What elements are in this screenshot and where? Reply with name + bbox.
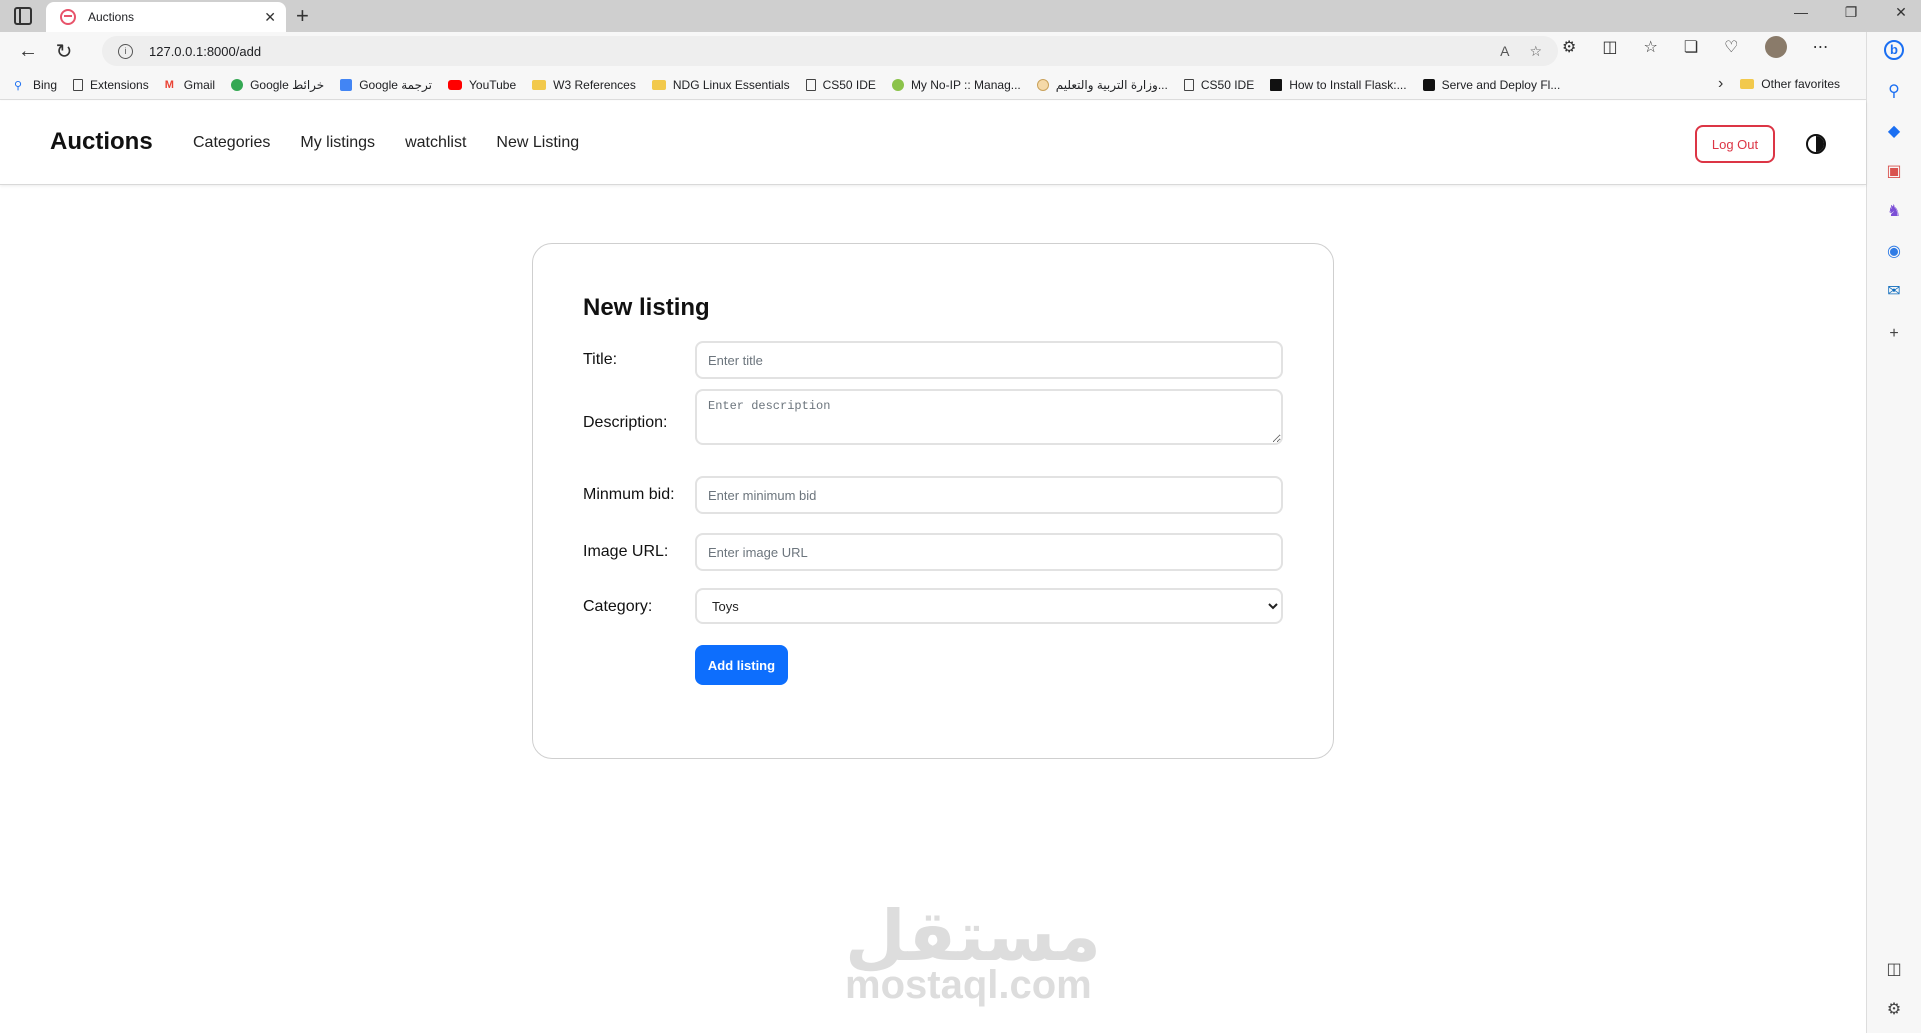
nav-link-watchlist[interactable]: watchlist [405, 134, 466, 152]
youtube-icon [448, 79, 462, 90]
bookmark-item[interactable]: ⚲ Bing [14, 78, 57, 92]
noip-icon [891, 78, 904, 91]
extensions-icon[interactable]: ⚙ [1562, 37, 1576, 57]
address-bar[interactable]: i 127.0.0.1:8000/add A ☆ [102, 36, 1558, 66]
toolbar-actions: ⚙ ◫ ☆ ❏ ♡ ⋯ [1562, 36, 1829, 58]
folder-icon [651, 79, 666, 90]
shopping-tag-icon[interactable]: ◆ [1884, 122, 1904, 142]
chevron-right-icon[interactable]: › [1718, 75, 1723, 93]
address-url[interactable]: 127.0.0.1:8000/add [149, 44, 1480, 59]
description-textarea[interactable] [695, 389, 1283, 445]
browser-toolbar: ← ↻ i 127.0.0.1:8000/add A ☆ ⚙ ◫ ☆ ❏ ♡ ⋯ [0, 32, 1866, 70]
browser-tabstrip: Auctions ✕ + — ❐ ✕ [0, 0, 1921, 32]
new-tab-icon[interactable]: + [296, 3, 309, 29]
translate-icon [340, 78, 353, 91]
back-icon[interactable]: ← [10, 40, 46, 63]
minimize-icon[interactable]: — [1791, 4, 1811, 21]
minimum-bid-input[interactable] [695, 476, 1283, 514]
category-label: Category: [583, 598, 653, 615]
outlook-icon[interactable]: ✉ [1884, 282, 1904, 302]
title-input[interactable] [695, 341, 1283, 379]
bookmark-item[interactable]: My No-IP :: Manag... [891, 78, 1021, 92]
nav-link-my-listings[interactable]: My listings [300, 134, 375, 152]
collections-icon[interactable]: ❏ [1684, 37, 1698, 57]
bookmark-item[interactable]: CS50 IDE [805, 78, 876, 92]
add-listing-button[interactable]: Add listing [695, 645, 788, 685]
bid-label: Minmum bid: [583, 486, 675, 503]
bookmark-item[interactable]: M Gmail [165, 78, 215, 92]
bookmark-item[interactable]: NDG Linux Essentials [651, 78, 790, 92]
bookmark-item[interactable]: Google خرائط [231, 78, 324, 92]
auctions-favicon-icon [60, 9, 76, 25]
watermark-latin: mostaql.com [845, 963, 1092, 1007]
tab-title: Auctions [88, 10, 135, 24]
profile-avatar[interactable] [1764, 36, 1787, 58]
bing-copilot-icon[interactable]: b [1884, 40, 1904, 60]
games-icon[interactable]: ♞ [1884, 202, 1904, 222]
browser-tab[interactable]: Auctions ✕ [46, 2, 286, 32]
performance-icon[interactable]: ♡ [1724, 37, 1738, 57]
close-window-icon[interactable]: ✕ [1891, 4, 1911, 21]
search-icon: ⚲ [14, 79, 23, 92]
watermark-arabic: مستقل [845, 895, 1102, 977]
gmail-icon: M [164, 78, 174, 91]
folder-icon [532, 79, 547, 90]
new-listing-card: New listing Title: Description: Minmum b… [532, 243, 1334, 759]
description-label: Description: [583, 414, 668, 431]
bookmark-item[interactable]: How to Install Flask:... [1270, 78, 1407, 92]
medium-icon [1422, 78, 1435, 91]
hide-sidebar-icon[interactable]: ◫ [1884, 960, 1904, 980]
favorite-star-icon[interactable]: ☆ [1529, 43, 1542, 60]
ministry-icon [1036, 78, 1049, 91]
page-icon [73, 78, 84, 91]
more-menu-icon[interactable]: ⋯ [1813, 37, 1829, 57]
bookmark-item[interactable]: YouTube [448, 78, 516, 92]
mostaql-watermark: مستقل mostaql.com [845, 895, 1102, 1007]
nav-link-new-listing[interactable]: New Listing [496, 134, 579, 152]
edge-sidebar: b ⚲ ◆ ▣ ♞ ◉ ✉ + ◫ ⚙ [1866, 32, 1921, 1033]
refresh-icon[interactable]: ↻ [46, 39, 82, 64]
tab-close-icon[interactable]: ✕ [264, 9, 276, 26]
search-icon[interactable]: ⚲ [1884, 82, 1904, 102]
favorites-icon[interactable]: ☆ [1643, 37, 1657, 57]
theme-toggle-icon[interactable] [1806, 134, 1826, 154]
page-icon [805, 78, 816, 91]
folder-icon [1740, 79, 1755, 89]
dev-icon [1270, 78, 1283, 91]
office-icon[interactable]: ◉ [1884, 242, 1904, 262]
page-icon [1183, 78, 1194, 91]
image-url-input[interactable] [695, 533, 1283, 571]
window-controls: — ❐ ✕ [1791, 4, 1911, 21]
bookmark-item[interactable]: W3 References [532, 78, 636, 92]
other-favorites[interactable]: Other favorites [1740, 77, 1840, 91]
site-brand[interactable]: Auctions [50, 128, 153, 156]
bookmark-item[interactable]: CS50 IDE [1183, 78, 1254, 92]
logout-button[interactable]: Log Out [1695, 125, 1775, 163]
bookmarks-bar: ⚲ Bing Extensions M Gmail Google خرائط Goo… [0, 70, 1866, 100]
bookmark-item[interactable]: Google ترجمة [340, 78, 432, 92]
bookmark-item[interactable]: Extensions [73, 78, 149, 92]
bookmark-item[interactable]: Serve and Deploy Fl... [1422, 78, 1560, 92]
restore-icon[interactable]: ❐ [1841, 4, 1861, 21]
nav-link-categories[interactable]: Categories [193, 134, 270, 152]
site-info-icon[interactable]: i [118, 43, 133, 59]
maps-icon [231, 78, 244, 91]
split-screen-icon[interactable]: ◫ [1602, 37, 1617, 57]
nav-links: Categories My listings watchlist New Lis… [193, 134, 579, 152]
title-label: Title: [583, 351, 618, 368]
page-viewport: Auctions Categories My listings watchlis… [0, 101, 1866, 1033]
site-navbar: Auctions Categories My listings watchlis… [0, 101, 1866, 185]
image-url-label: Image URL: [583, 543, 669, 560]
category-select[interactable]: Toys [695, 588, 1283, 624]
tab-actions-icon[interactable] [14, 7, 32, 25]
settings-gear-icon[interactable]: ⚙ [1884, 1000, 1904, 1020]
tools-icon[interactable]: ▣ [1884, 162, 1904, 182]
add-sidebar-icon[interactable]: + [1884, 324, 1904, 344]
form-heading: New listing [583, 294, 710, 321]
bookmark-item[interactable]: وزارة التربية والتعليم... [1036, 78, 1168, 92]
read-aloud-icon[interactable]: A [1500, 43, 1509, 59]
